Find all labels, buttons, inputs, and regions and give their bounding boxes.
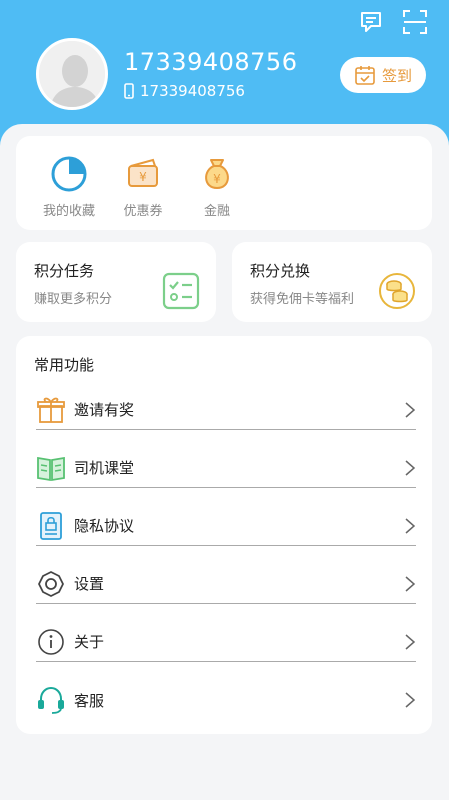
chevron-right-icon [405,575,416,592]
quick-action-label: 优惠券 [123,204,163,219]
headset-icon [38,686,64,714]
signin-label: 签到 [381,66,412,85]
svg-text:¥: ¥ [139,170,147,184]
calendar-check-icon [355,66,375,85]
phone-number-row: 17339408756 [124,82,245,100]
points-tasks-subtitle: 赚取更多积分 [34,292,113,307]
scan-icon[interactable] [401,8,429,36]
quick-action-coupons[interactable]: ¥ 优惠券 [106,136,180,230]
top-icons [357,8,429,36]
chevron-right-icon [405,517,416,534]
menu-item-customer-service[interactable]: 客服 [36,680,416,720]
points-tasks-card[interactable]: 积分任务 赚取更多积分 [16,242,216,322]
username-phone: 17339408756 [124,48,298,76]
menu-item-settings[interactable]: 设置 [36,564,416,604]
common-functions-title: 常用功能 [34,356,95,374]
quick-action-label: 金融 [203,204,230,219]
book-icon [37,456,65,481]
phone-number: 17339408756 [140,82,245,100]
quick-action-label: 我的收藏 [42,204,95,219]
signin-button[interactable]: 签到 [340,57,426,93]
points-exchange-subtitle: 获得免佣卡等福利 [250,292,355,307]
pie-chart-icon [51,156,87,192]
menu-item-label: 邀请有奖 [74,401,135,419]
svg-text:¥: ¥ [213,172,221,186]
quick-action-finance[interactable]: ¥ 金融 [180,136,254,230]
settings-icon [38,570,64,597]
chevron-right-icon [405,692,416,708]
checklist-icon [162,272,200,310]
menu-item-label: 设置 [74,575,105,593]
menu-item-label: 司机课堂 [74,459,135,477]
avatar[interactable] [36,38,108,110]
gift-icon [37,397,65,423]
mobile-phone-icon [124,83,134,99]
coupon-icon: ¥ [128,158,158,187]
menu-item-invite[interactable]: 邀请有奖 [36,390,416,430]
message-icon[interactable] [357,8,385,36]
common-functions-card: 常用功能 邀请有奖 司机课堂 隐私协议 设置 关于 客服 [16,336,432,734]
menu-item-about[interactable]: 关于 [36,622,416,662]
chevron-right-icon [405,459,416,476]
points-tasks-title: 积分任务 [34,262,95,280]
info-icon [38,628,64,655]
menu-item-label: 关于 [74,633,105,651]
menu-item-label: 隐私协议 [74,517,135,535]
points-exchange-card[interactable]: 积分兑换 获得免佣卡等福利 [232,242,432,322]
coins-icon [379,273,415,309]
points-exchange-title: 积分兑换 [250,262,311,280]
quick-actions-card: 我的收藏 ¥ 优惠券 ¥ 金融 [16,136,432,230]
chevron-right-icon [405,401,416,418]
lock-document-icon [40,511,62,540]
menu-item-privacy[interactable]: 隐私协议 [36,506,416,546]
chevron-right-icon [405,633,416,650]
money-bag-icon: ¥ [205,159,229,190]
quick-action-favorites[interactable]: 我的收藏 [32,136,106,230]
menu-item-driver-class[interactable]: 司机课堂 [36,448,416,488]
menu-item-label: 客服 [74,691,105,710]
